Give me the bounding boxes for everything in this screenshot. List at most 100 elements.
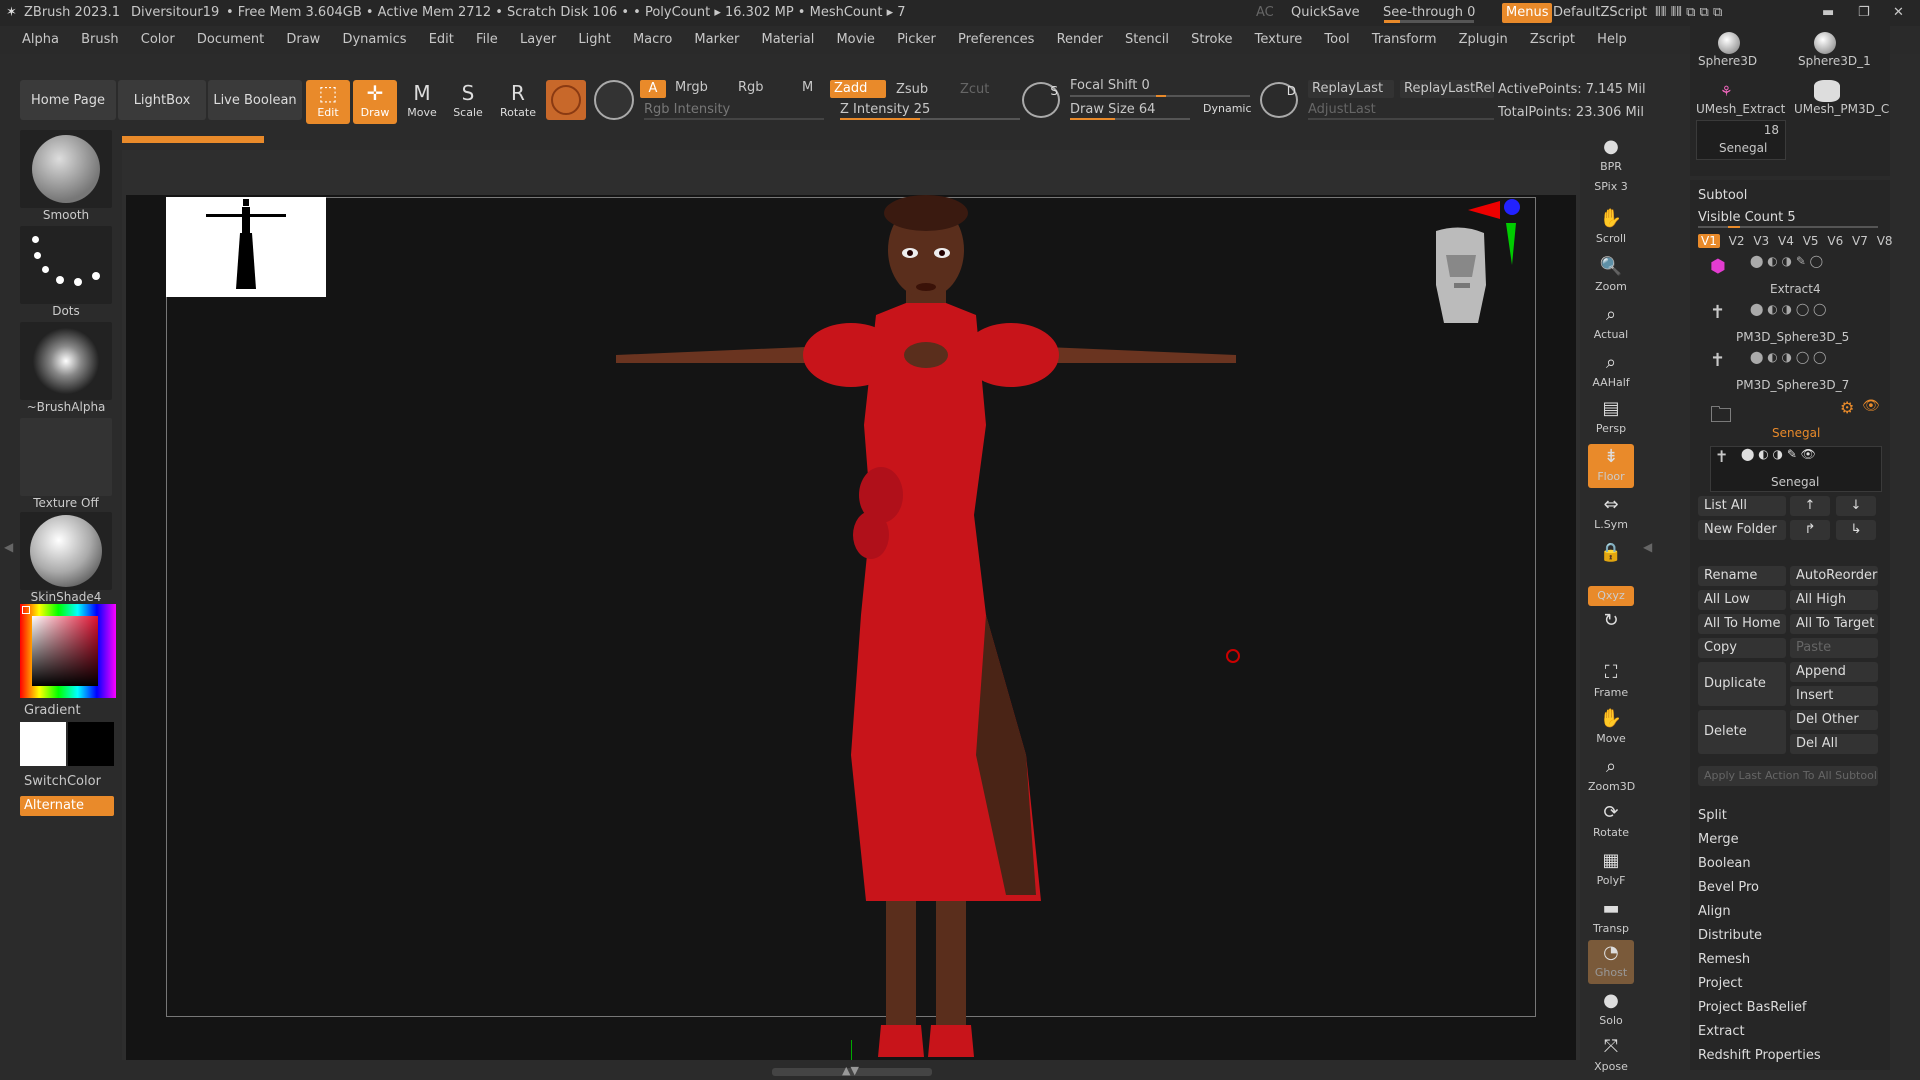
split-section[interactable]: Split <box>1698 808 1727 823</box>
menu-item-marker[interactable]: Marker <box>694 32 739 47</box>
menus-button[interactable]: Menus <box>1502 3 1553 23</box>
menu-item-movie[interactable]: Movie <box>836 32 874 47</box>
visibility-toggles-icon[interactable]: ⬤ ◐ ◑ ◯ ◯ <box>1750 350 1827 364</box>
rotate-button[interactable]: R Rotate <box>496 80 540 124</box>
zsub-button[interactable]: Zsub <box>896 82 928 97</box>
version-tab-v3[interactable]: V3 <box>1753 234 1769 248</box>
focal-shift-slider[interactable]: Focal Shift 0 <box>1070 78 1150 93</box>
menu-item-transform[interactable]: Transform <box>1372 32 1437 47</box>
rename-button[interactable]: Rename <box>1698 566 1786 586</box>
paste-button[interactable]: Paste <box>1790 638 1878 658</box>
arrow-down-right-icon[interactable]: ↳ <box>1836 520 1876 540</box>
gradient-label[interactable]: Gradient <box>24 703 81 718</box>
version-tab-v2[interactable]: V2 <box>1729 234 1745 248</box>
menu-item-render[interactable]: Render <box>1057 32 1103 47</box>
zcut-button[interactable]: Zcut <box>960 82 989 97</box>
menu-item-color[interactable]: Color <box>141 32 175 47</box>
solo-button[interactable]: ● Solo <box>1588 988 1634 1032</box>
menu-item-alpha[interactable]: Alpha <box>22 32 59 47</box>
rgb-intensity-track[interactable] <box>644 118 824 120</box>
rotate-view-button[interactable]: ⟳ Rotate <box>1588 800 1634 844</box>
umesh-extract-label[interactable]: UMesh_Extract <box>1696 102 1785 116</box>
umesh-pm3d-thumb-icon[interactable] <box>1814 80 1840 102</box>
material-button[interactable]: SkinShade4 <box>20 512 112 604</box>
menu-item-edit[interactable]: Edit <box>429 32 454 47</box>
duplicate-button[interactable]: Duplicate <box>1698 662 1786 706</box>
draw-button[interactable]: ✛ Draw <box>353 80 397 124</box>
menu-item-draw[interactable]: Draw <box>286 32 320 47</box>
lightbox-button[interactable]: LightBox <box>118 80 206 120</box>
move-view-button[interactable]: ✋ Move <box>1588 706 1634 750</box>
new-folder-button[interactable]: New Folder <box>1698 520 1786 540</box>
minimize-icon[interactable]: ▬ <box>1822 0 1834 26</box>
sphere3d-1-thumb-icon[interactable] <box>1814 32 1836 54</box>
apply-last-action-button[interactable]: Apply Last Action To All Subtool <box>1698 766 1878 786</box>
visible-count-slider[interactable]: Visible Count 5 <box>1698 210 1796 225</box>
current-tool-thumb[interactable]: 18 Senegal <box>1696 120 1786 160</box>
left-tray-toggle-icon[interactable]: ◀ <box>4 540 14 568</box>
draw-size-slider[interactable]: Draw Size 64 <box>1070 102 1155 117</box>
floor-button[interactable]: ⇟ Floor <box>1588 444 1634 488</box>
transp-button[interactable]: ▬ Transp <box>1588 896 1634 940</box>
lock-icon[interactable]: 🔒 <box>1588 540 1634 576</box>
visibility-toggles-icon[interactable]: ⬤ ◐ ◑ ◯ ◯ <box>1750 302 1827 316</box>
menu-item-material[interactable]: Material <box>762 32 815 47</box>
brush-alpha-button[interactable]: ~BrushAlpha <box>20 322 112 414</box>
sphere3d-thumb-icon[interactable] <box>1718 32 1740 54</box>
list-all-button[interactable]: List All <box>1698 496 1786 516</box>
bevel-pro-section[interactable]: Bevel Pro <box>1698 880 1759 895</box>
menu-item-brush[interactable]: Brush <box>81 32 119 47</box>
stroke-type-icon[interactable] <box>594 80 634 120</box>
maximize-icon[interactable]: ❐ <box>1858 0 1870 26</box>
menu-item-zplugin[interactable]: Zplugin <box>1459 32 1508 47</box>
append-button[interactable]: Append <box>1790 662 1878 682</box>
all-high-button[interactable]: All High <box>1790 590 1878 610</box>
dots-stroke-button[interactable]: Dots <box>20 226 112 318</box>
menu-item-stroke[interactable]: Stroke <box>1191 32 1232 47</box>
redshift-properties-section[interactable]: Redshift Properties <box>1698 1048 1821 1063</box>
replay-last-button[interactable]: ReplayLast <box>1308 80 1394 98</box>
canvas-viewport[interactable] <box>126 195 1576 1060</box>
color-picker-handle[interactable] <box>22 606 30 614</box>
smooth-brush-button[interactable]: Smooth <box>20 130 112 222</box>
m-button[interactable]: M <box>802 80 813 95</box>
extract-section[interactable]: Extract <box>1698 1024 1745 1039</box>
sphere3d-label[interactable]: Sphere3D <box>1698 54 1757 68</box>
character-model[interactable] <box>466 195 1386 1060</box>
mrgb-button[interactable]: Mrgb <box>675 80 708 95</box>
right-tray-toggle-icon[interactable]: ◀ <box>1643 540 1652 554</box>
copy-button[interactable]: Copy <box>1698 638 1786 658</box>
project-section[interactable]: Project <box>1698 976 1742 991</box>
menu-item-tool[interactable]: Tool <box>1324 32 1349 47</box>
subtool-item-selected[interactable]: ✝ ⬤ ◐ ◑ ✎ 👁 Senegal <box>1710 446 1882 492</box>
subtool-folder-item[interactable]: 🗀 ⚙ 👁 Senegal <box>1710 398 1882 444</box>
bottom-tray-toggle-icon[interactable]: ▲▼ <box>842 1064 859 1077</box>
menu-item-preferences[interactable]: Preferences <box>958 32 1034 47</box>
move-button[interactable]: M Move <box>400 80 444 124</box>
version-tab-v5[interactable]: V5 <box>1803 234 1819 248</box>
actual-button[interactable]: ⌕ Actual <box>1588 302 1634 346</box>
texture-off-button[interactable]: Texture Off <box>20 418 112 510</box>
ghost-button[interactable]: ◔ Ghost <box>1588 940 1634 984</box>
subtool-title[interactable]: Subtool <box>1698 188 1747 203</box>
color-saturation-square[interactable] <box>32 616 98 686</box>
zoom-button[interactable]: 🔍 Zoom <box>1588 254 1634 298</box>
adjust-last-track[interactable] <box>1308 118 1494 120</box>
frame-button[interactable]: ⛶ Frame <box>1588 660 1634 704</box>
umesh-extract-thumb-icon[interactable]: ⚘ <box>1720 84 1733 100</box>
close-icon[interactable]: ✕ <box>1893 0 1904 26</box>
switch-color-button[interactable]: SwitchColor <box>24 774 101 789</box>
z-intensity-track[interactable] <box>840 118 1020 120</box>
menu-item-file[interactable]: File <box>476 32 498 47</box>
aahalf-button[interactable]: ⌕ AAHalf <box>1588 350 1634 394</box>
menu-item-stencil[interactable]: Stencil <box>1125 32 1169 47</box>
distribute-section[interactable]: Distribute <box>1698 928 1762 943</box>
replay-last-rel-button[interactable]: ReplayLastRel <box>1400 80 1495 98</box>
visibility-toggles-icon[interactable]: ⬤ ◐ ◑ ✎ 👁 <box>1741 447 1816 461</box>
material-sphere-button[interactable] <box>546 80 586 120</box>
project-basrelief-section[interactable]: Project BasRelief <box>1698 1000 1807 1015</box>
insert-button[interactable]: Insert <box>1790 686 1878 706</box>
merge-section[interactable]: Merge <box>1698 832 1739 847</box>
del-all-button[interactable]: Del All <box>1790 734 1878 754</box>
menu-item-macro[interactable]: Macro <box>633 32 672 47</box>
